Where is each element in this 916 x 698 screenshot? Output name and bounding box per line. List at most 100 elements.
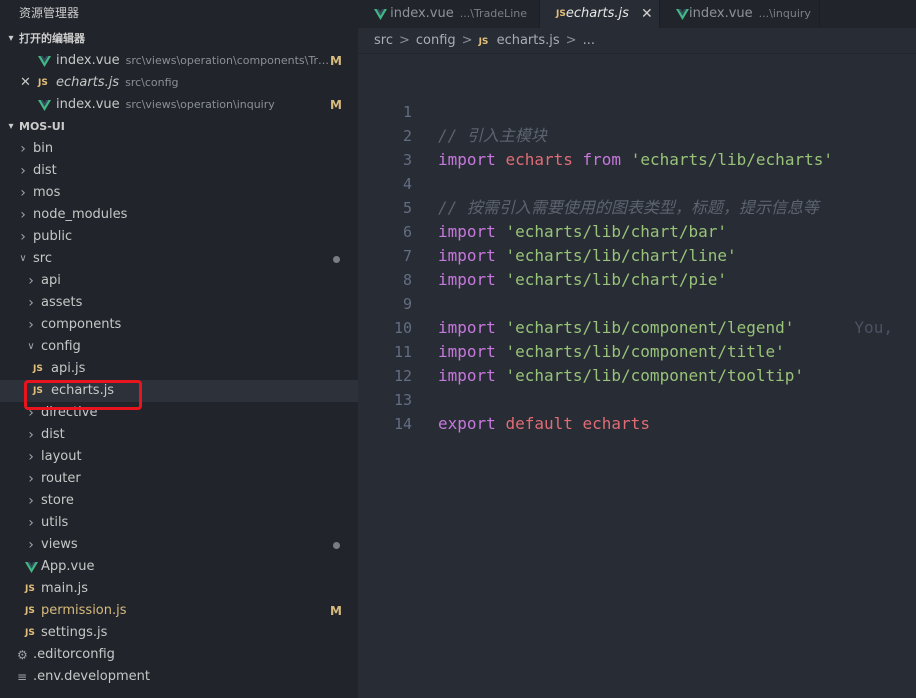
- folder-label: store: [41, 493, 74, 508]
- breadcrumb-item[interactable]: src: [374, 33, 393, 48]
- close-icon[interactable]: ✕: [20, 72, 38, 94]
- chevron-right-icon: ›: [28, 515, 34, 531]
- file-editorconfig[interactable]: ⚙ .editorconfig: [0, 644, 358, 666]
- folder-label: layout: [41, 449, 82, 464]
- code-line: 2 import echarts from 'echarts/lib/echar…: [358, 100, 916, 169]
- folder-config[interactable]: ∨ config: [0, 336, 358, 358]
- tab-echarts-js[interactable]: JS echarts.js ✕: [540, 0, 660, 28]
- vue-icon: [676, 8, 689, 20]
- folder-router[interactable]: › router: [0, 468, 358, 490]
- file-api-js[interactable]: JS api.js: [0, 358, 358, 380]
- modified-dot: [333, 256, 340, 263]
- open-editor-path: src\config: [125, 76, 179, 89]
- vue-icon: [25, 561, 41, 573]
- tab-sublabel: ...\inquiry: [758, 7, 811, 20]
- file-label: settings.js: [41, 625, 108, 640]
- file-permission-js[interactable]: JS permission.js M: [0, 600, 358, 622]
- code-identifier: echarts: [582, 414, 650, 433]
- tab-label: index.vue: [390, 6, 454, 21]
- folder-public[interactable]: › public: [0, 226, 358, 248]
- folder-components[interactable]: › components: [0, 314, 358, 336]
- folder-label: mos: [33, 185, 61, 200]
- folder-label: dist: [41, 427, 65, 442]
- folder-dist[interactable]: › dist: [0, 160, 358, 182]
- code-line: 12: [358, 340, 916, 385]
- open-editors-label: 打开的编辑器: [19, 32, 85, 45]
- open-editors-header[interactable]: ▾ 打开的编辑器: [0, 28, 358, 50]
- js-icon: JS: [25, 628, 35, 638]
- code-editor[interactable]: 1 // 引入主模块 2 import echarts from 'echart…: [358, 76, 916, 698]
- code-line: 5 import 'echarts/lib/chart/bar': [358, 172, 916, 241]
- code-line: 13 export default echarts: [358, 364, 916, 433]
- chevron-right-icon: ›: [20, 163, 26, 179]
- js-icon: JS: [25, 584, 35, 594]
- modified-badge: M: [330, 604, 342, 618]
- tab-index-vue-inquiry[interactable]: index.vue ...\inquiry: [660, 0, 820, 28]
- explorer-sidebar: 资源管理器 ▾ 打开的编辑器 index.vue src\views\opera…: [0, 0, 358, 698]
- project-header[interactable]: ▾ MOS-UI: [0, 116, 358, 138]
- breadcrumb-item[interactable]: echarts.js: [497, 33, 560, 48]
- chevron-right-icon: ›: [20, 207, 26, 223]
- js-icon: JS: [38, 78, 48, 88]
- tab-label: echarts.js: [565, 6, 629, 21]
- chevron-right-icon: ›: [28, 471, 34, 487]
- file-settings-js[interactable]: JS settings.js: [0, 622, 358, 644]
- folder-api[interactable]: › api: [0, 270, 358, 292]
- file-env-development[interactable]: ≡ .env.development: [0, 666, 358, 688]
- chevron-right-icon: ›: [28, 273, 34, 289]
- chevron-right-icon: ›: [20, 185, 26, 201]
- folder-layout[interactable]: › layout: [0, 446, 358, 468]
- folder-store[interactable]: › store: [0, 490, 358, 512]
- modified-badge: M: [330, 98, 342, 112]
- js-icon: JS: [33, 364, 43, 374]
- js-icon: JS: [33, 386, 43, 396]
- chevron-down-icon: ▾: [8, 33, 14, 44]
- chevron-right-icon: ›: [28, 449, 34, 465]
- chevron-right-icon: ›: [28, 317, 34, 333]
- folder-mos[interactable]: › mos: [0, 182, 358, 204]
- code-line: 6 import 'echarts/lib/chart/line': [358, 196, 916, 265]
- folder-src[interactable]: ∨ src: [0, 248, 358, 270]
- file-label: permission.js: [41, 603, 127, 618]
- modified-dot: [333, 542, 340, 549]
- chevron-right-icon: ›: [28, 493, 34, 509]
- js-icon: JS: [478, 37, 489, 47]
- file-label: echarts.js: [51, 383, 115, 398]
- open-editor-item[interactable]: index.vue src\views\operation\inquiry M: [0, 94, 358, 116]
- modified-badge: M: [330, 54, 342, 68]
- open-editor-item[interactable]: index.vue src\views\operation\components…: [0, 50, 358, 72]
- code-keyword: default: [505, 414, 573, 433]
- folder-bin[interactable]: › bin: [0, 138, 358, 160]
- file-main-js[interactable]: JS main.js: [0, 578, 358, 600]
- close-icon[interactable]: ✕: [641, 0, 653, 28]
- code-keyword: export: [438, 414, 496, 433]
- chevron-right-icon: ›: [28, 427, 34, 443]
- file-echarts-js[interactable]: JS echarts.js: [0, 380, 358, 402]
- folder-label: assets: [41, 295, 83, 310]
- folder-utils[interactable]: › utils: [0, 512, 358, 534]
- folder-directive[interactable]: › directive: [0, 402, 358, 424]
- folder-views[interactable]: › views: [0, 534, 358, 556]
- folder-label: public: [33, 229, 73, 244]
- folder-node-modules[interactable]: › node_modules: [0, 204, 358, 226]
- folder-dist[interactable]: › dist: [0, 424, 358, 446]
- folder-assets[interactable]: › assets: [0, 292, 358, 314]
- js-icon: JS: [556, 9, 566, 19]
- folder-label: config: [41, 339, 81, 354]
- folder-label: components: [41, 317, 122, 332]
- chevron-down-icon: ∨: [27, 341, 35, 352]
- tab-index-vue-tradeline[interactable]: index.vue ...\TradeLine: [358, 0, 540, 28]
- code-line: 4 // 按需引入需要使用的图表类型，标题，提示信息等: [358, 148, 916, 217]
- breadcrumb-item[interactable]: config: [416, 33, 456, 48]
- vue-icon: [38, 55, 56, 67]
- folder-label: api: [41, 273, 61, 288]
- file-label: App.vue: [41, 559, 95, 574]
- code-line: 9 import 'echarts/lib/component/legend' Y…: [358, 268, 916, 337]
- code-line: 11 import 'echarts/lib/component/tooltip…: [358, 316, 916, 385]
- open-editor-item[interactable]: ✕ JS echarts.js src\config: [0, 72, 358, 94]
- breadcrumb-item[interactable]: ...: [583, 33, 595, 48]
- file-app-vue[interactable]: App.vue: [0, 556, 358, 578]
- vue-icon: [38, 99, 56, 111]
- folder-label: bin: [33, 141, 54, 156]
- chevron-down-icon: ∨: [19, 253, 27, 264]
